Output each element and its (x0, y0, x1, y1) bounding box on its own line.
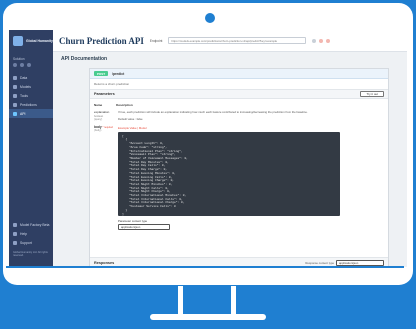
sidebar-item-support[interactable]: Support (9, 238, 53, 247)
parameter-row: explanation boolean (query) If true, eac… (90, 109, 388, 124)
operation-path: /predict (112, 71, 125, 76)
refresh-icon[interactable] (319, 38, 324, 43)
sidebar-item-label: Help (20, 231, 27, 236)
top-header: Churn Prediction API Endpoint https://mo… (53, 30, 407, 52)
sidebar-item-label: Models (20, 84, 31, 89)
settings-icon[interactable] (326, 38, 331, 43)
parameters-title: Parameters (94, 92, 115, 96)
body-parameter-row: body * required (body) Example Value | M… (90, 124, 388, 232)
quick-icon[interactable] (13, 63, 17, 67)
sidebar-item-label: Support (20, 240, 32, 245)
content-type-select[interactable]: application/json (118, 223, 170, 230)
sidebar-item-predictions[interactable]: Predictions (9, 100, 53, 109)
brand[interactable]: Global Humanity (9, 30, 53, 52)
logo-icon (13, 36, 23, 46)
camera-icon (205, 13, 215, 23)
quick-icon[interactable] (20, 63, 24, 67)
method-badge: POST (94, 71, 108, 76)
help-icon (13, 231, 17, 236)
parameter-description-cell: If true, each prediction will include an… (118, 110, 384, 122)
sidebar-item-data[interactable]: Data (9, 73, 53, 82)
sidebar-item-label: Predictions (20, 102, 37, 107)
page-title: API Documentation (61, 56, 108, 62)
sidebar-item-tools[interactable]: Tools (9, 91, 53, 100)
header-actions (312, 38, 331, 43)
sidebar-item-api[interactable]: API (9, 109, 53, 118)
parameter-default: Default value : false (118, 116, 143, 121)
try-it-out-button[interactable]: Try it out (360, 91, 384, 97)
parameter-location: (query) (94, 118, 103, 122)
response-content-type-label: Response content type (305, 260, 334, 265)
sidebar-item-help[interactable]: Help (9, 229, 53, 238)
monitor-base (150, 314, 266, 320)
factory-icon (13, 222, 17, 227)
content-type-label: Parameter content type (118, 218, 148, 223)
col-name-header: Name (94, 103, 103, 107)
copy-icon[interactable] (312, 38, 317, 43)
sidebar-item-label: API (20, 111, 26, 116)
body-content: Example Value | Model [ { "Account Lengt… (118, 126, 384, 230)
monitor-frame: Global Humanity Solution Data Models Too… (3, 3, 413, 285)
quick-icon[interactable] (27, 63, 31, 67)
body-label-cell: body * required (body) (94, 125, 118, 230)
endpoint-label: Endpoint (149, 38, 163, 43)
col-description-header: Description (116, 103, 133, 107)
parameter-name: explanation (94, 110, 110, 114)
example-value-tab[interactable]: Example Value | Model (118, 126, 384, 130)
parameter-name-cell: explanation boolean (query) (94, 110, 118, 122)
support-icon (13, 240, 17, 245)
parameters-column-headers: Name Description (90, 99, 388, 109)
sidebar-item-models[interactable]: Models (9, 82, 53, 91)
operation-header[interactable]: POST /predict (90, 69, 388, 79)
sidebar-bottom: Model Factory Beta Help Support Global H… (9, 220, 53, 258)
sidebar-section-label: Solution (13, 57, 25, 61)
responses-title: Responses (94, 260, 115, 265)
response-content-type-select[interactable]: application/json (336, 259, 384, 266)
response-content-type: Response content type application/json (305, 259, 384, 266)
data-icon (13, 75, 17, 80)
main-content: API Documentation POST /predict Returns … (53, 52, 407, 267)
api-icon (13, 111, 17, 116)
sidebar-item-label: Tools (20, 93, 28, 98)
sidebar-footer-note: Global Humanity Ltd. All rights reserved… (13, 251, 48, 258)
sidebar-item-model-factory[interactable]: Model Factory Beta (9, 220, 53, 229)
sidebar: Global Humanity Solution Data Models Too… (9, 30, 53, 267)
parameters-header: Parameters Try it out (90, 89, 388, 99)
sidebar-item-label: Data (20, 75, 28, 80)
sidebar-item-label: Model Factory Beta (20, 222, 50, 227)
monitor-stand (178, 286, 236, 316)
body-location: (body) (94, 129, 102, 133)
required-marker: * required (102, 125, 113, 129)
operation-description: Returns a churn prediction (94, 82, 130, 86)
screen: Global Humanity Solution Data Models Too… (9, 30, 407, 267)
tools-icon (13, 93, 17, 98)
app-title: Churn Prediction API (59, 35, 144, 46)
predictions-icon (13, 102, 17, 107)
endpoint-input[interactable]: https://models.example.com/predictions/c… (168, 37, 307, 44)
example-code-block[interactable]: [ { "Account Length": 0, "Area Code": "s… (118, 131, 340, 216)
monitor-chin-line (6, 266, 404, 268)
model-icon (13, 84, 17, 89)
parameter-description: If true, each prediction will include an… (118, 110, 308, 114)
operation-panel: POST /predict Returns a churn prediction… (89, 68, 389, 267)
brand-name: Global Humanity (26, 39, 53, 43)
